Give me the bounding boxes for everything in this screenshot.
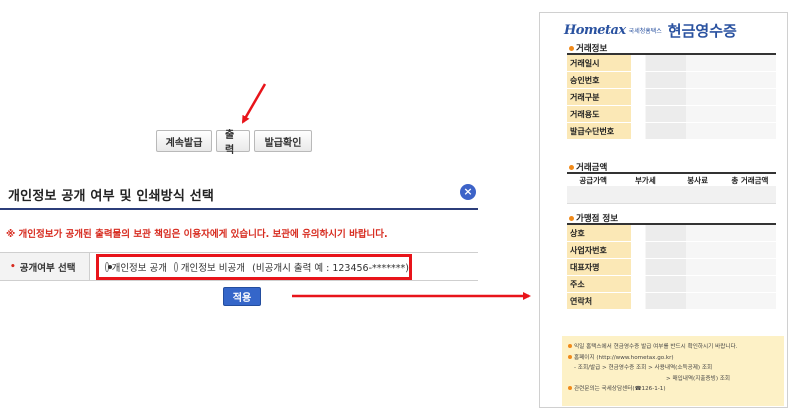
note-line: 홈페이지 (http://www.hometax.go.kr) (568, 353, 778, 364)
note-line: 관련문의는 국세상담센터(☎126-1-1) (568, 384, 778, 395)
row-label: 연락처 (567, 293, 631, 309)
masked-value (631, 225, 776, 241)
amount-header: 공급가액 부가세 봉사료 총 거래금액 (567, 172, 776, 186)
row-label: 거래일시 (567, 55, 631, 71)
privacy-option-label: • 공개여부 선택 (0, 253, 90, 280)
table-row: 발급수단번호 (567, 123, 776, 140)
cash-receipt-preview: Hometax 국세청홈택스 현금영수증 거래정보 거래일시 승인번호 거래구분… (539, 12, 788, 408)
masked-value (631, 55, 776, 71)
row-label: 대표자명 (567, 259, 631, 275)
receipt-header: Hometax 국세청홈택스 현금영수증 (564, 20, 737, 41)
table-row: 사업자번호 (567, 242, 776, 259)
masked-value (631, 89, 776, 105)
privacy-option-cell: 개인정보 공개 개인정보 비공개 (비공개시 출력 예 : 123456-***… (90, 253, 478, 280)
row-label: 거래구분 (567, 89, 631, 105)
amount-col: 공급가액 (579, 176, 607, 185)
receipt-title: 현금영수증 (667, 22, 737, 40)
table-row: 연락처 (567, 293, 776, 310)
hometax-logo-sub: 국세청홈택스 (628, 28, 662, 35)
table-row: 승인번호 (567, 72, 776, 89)
radio-public[interactable] (105, 262, 112, 272)
required-bullet-icon: • (10, 261, 16, 272)
amount-col: 총 거래금액 (731, 176, 769, 185)
note-line: - 조회/발급 > 현금영수증 조회 > 사용내역(소득공제) 조회 (574, 365, 713, 371)
dialog-title: 개인정보 공개 여부 및 인쇄방식 선택 (8, 189, 215, 204)
masked-value (631, 293, 776, 309)
masked-value (631, 242, 776, 258)
table-row: 대표자명 (567, 259, 776, 276)
row-label: 거래용도 (567, 106, 631, 122)
amount-masked-row (567, 186, 776, 204)
radio-private-label[interactable]: 개인정보 비공개 (181, 260, 245, 274)
store-info-table: 상호 사업자번호 대표자명 주소 연락처 (567, 223, 776, 310)
privacy-notice: ※ 개인정보가 공개된 출력물의 보관 책임은 이용자에게 있습니다. 보관에 … (6, 229, 388, 240)
privacy-option-row: • 공개여부 선택 개인정보 공개 개인정보 비공개 (비공개시 출력 예 : … (0, 252, 478, 281)
amount-col: 봉사료 (687, 176, 708, 185)
table-row: 주소 (567, 276, 776, 293)
note-bullet-icon (568, 386, 572, 390)
close-icon[interactable]: × (460, 184, 476, 200)
table-row: 상호 (567, 225, 776, 242)
arrow-to-print-button (241, 83, 267, 124)
issue-check-button[interactable]: 발급확인 (254, 130, 312, 152)
apply-button[interactable]: 적용 (223, 287, 261, 306)
row-label: 승인번호 (567, 72, 631, 88)
hometax-logo: Hometax (564, 23, 626, 38)
print-button[interactable]: 출력 (216, 130, 250, 156)
row-label: 사업자번호 (567, 242, 631, 258)
row-label: 발급수단번호 (567, 123, 631, 139)
masked-value (631, 123, 776, 139)
private-example-hint: (비공개시 출력 예 : 123456-*******) (252, 263, 409, 274)
table-row: 거래용도 (567, 106, 776, 123)
note-bullet-icon (568, 344, 572, 348)
table-row: 거래구분 (567, 89, 776, 106)
masked-value (631, 276, 776, 292)
note-line: > 매입내역(지출증빙) 조회 (666, 375, 731, 382)
continue-issue-button[interactable]: 계속발급 (156, 130, 212, 152)
radio-private[interactable] (174, 262, 178, 272)
table-row: 거래일시 (567, 55, 776, 72)
masked-value (631, 259, 776, 275)
trade-info-table: 거래일시 승인번호 거래구분 거래용도 발급수단번호 (567, 53, 776, 140)
radio-public-label[interactable]: 개인정보 공개 (112, 260, 167, 274)
row-label: 주소 (567, 276, 631, 292)
section-bullet-icon (569, 215, 574, 221)
privacy-option-highlight: 개인정보 공개 개인정보 비공개 (비공개시 출력 예 : 123456-***… (96, 254, 412, 280)
note-bullet-icon (568, 354, 572, 359)
note-line: 익일 홈택스에서 현금영수증 발급 여부를 반드시 확인하시기 바랍니다. (568, 342, 778, 353)
row-label: 상호 (567, 225, 631, 241)
amount-col: 부가세 (635, 176, 656, 185)
section-bullet-icon (569, 164, 574, 170)
privacy-option-label-text: 공개여부 선택 (19, 262, 76, 274)
receipt-notes: 익일 홈택스에서 현금영수증 발급 여부를 반드시 확인하시기 바랍니다. 홈페… (562, 336, 784, 406)
section-bullet-icon (569, 45, 574, 51)
masked-value (631, 72, 776, 88)
receipt-action-bar: 계속발급 출력 발급확인 (156, 130, 312, 156)
dialog-divider (0, 208, 478, 210)
masked-value (631, 106, 776, 122)
